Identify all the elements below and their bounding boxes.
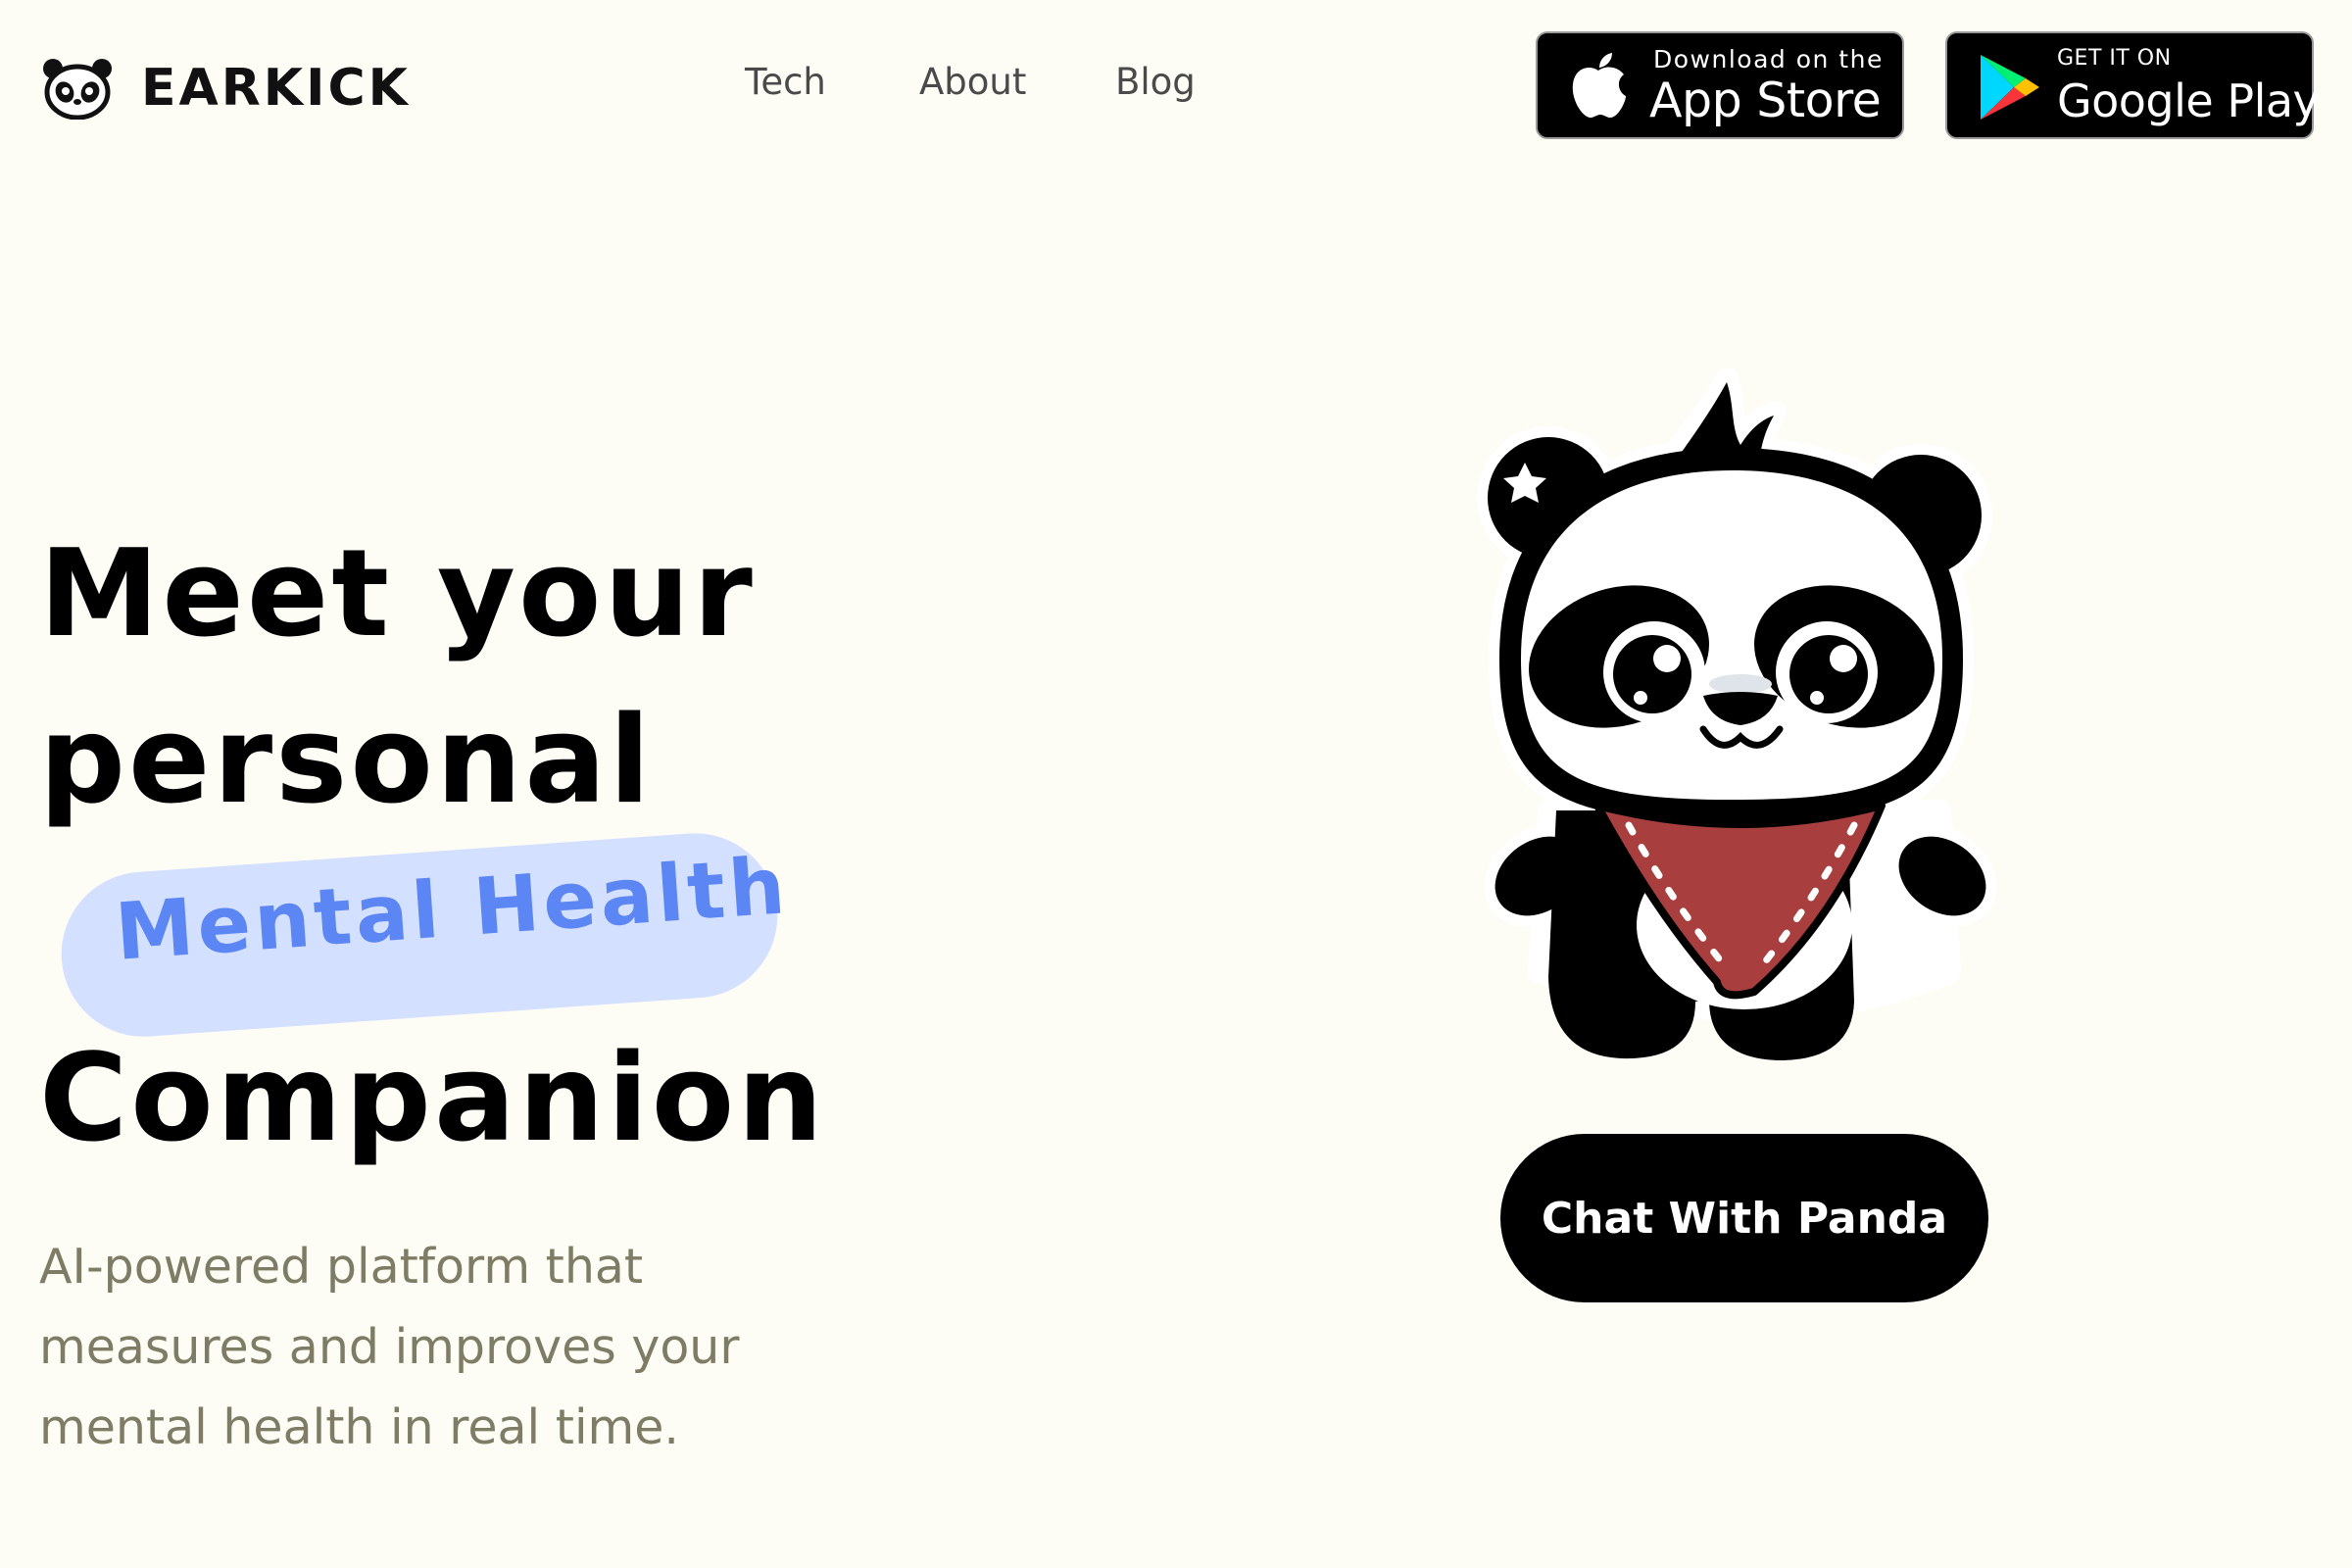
panda-logo-icon [43,59,112,120]
chat-with-panda-button[interactable]: Chat With Panda [1500,1134,1988,1302]
hero-line-3: Companion [39,1029,826,1169]
google-play-small-text: GET IT ON [2057,46,2172,71]
app-store-badge[interactable]: Download on the App Store [1536,31,1904,139]
panda-mascot-image [1477,368,1997,1060]
google-play-badge[interactable]: GET IT ON Google Play [1945,31,2320,139]
google-play-icon [1981,55,2039,120]
hero-subtitle: AI-powered platform that measures and im… [39,1239,740,1455]
nav-link-about[interactable]: About [919,61,1026,103]
google-play-big-text: Google Play [2057,74,2320,127]
logo-text: EARKICK [141,59,411,118]
hero-line-1: Meet your [39,524,756,664]
app-store-small-text: Download on the [1653,45,1884,74]
logo-link[interactable]: EARKICK [41,57,411,120]
hero-line-2: personal [39,691,654,831]
nav-link-tech[interactable]: Tech [745,61,826,103]
apple-icon [1572,53,1626,118]
app-store-big-text: App Store [1649,73,1882,128]
nav-link-blog[interactable]: Blog [1115,61,1196,103]
